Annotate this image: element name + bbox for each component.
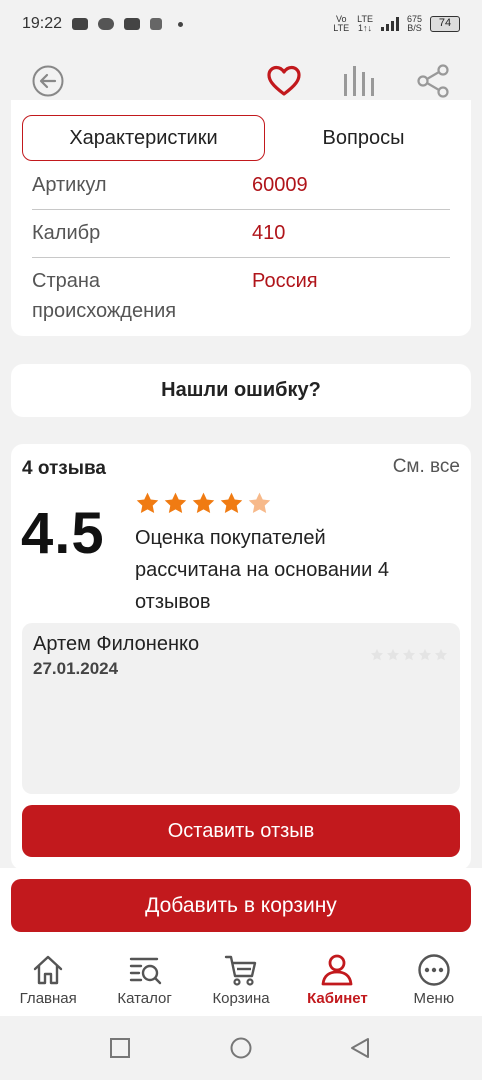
status-right: Vo LTE LTE 1↑↓ 675 B/S 74 bbox=[333, 15, 460, 33]
rating-value: 4.5 bbox=[21, 501, 105, 566]
reviews-card: 4 отзыва См. все 4.5 Оценка покупателей … bbox=[11, 444, 471, 870]
add-to-cart-bar: Добавить в корзину bbox=[0, 868, 482, 944]
nav-label: Кабинет bbox=[307, 990, 368, 1007]
spec-value: 60009 bbox=[252, 174, 308, 196]
triangle-back-icon[interactable] bbox=[348, 1036, 372, 1060]
cart-icon bbox=[224, 955, 257, 986]
youtube-icon bbox=[124, 18, 141, 30]
spec-label: Страна происхождения bbox=[32, 270, 177, 322]
star-full-icon bbox=[164, 492, 187, 513]
nav-menu[interactable]: Меню bbox=[386, 944, 482, 1016]
rating-description: Оценка покупателей рассчитана на основан… bbox=[135, 527, 390, 613]
catalog-search-icon bbox=[129, 957, 161, 985]
star-empty-icon bbox=[418, 648, 432, 661]
nav-catalog[interactable]: Каталог bbox=[96, 944, 192, 1016]
youtube-icon bbox=[72, 18, 89, 30]
volte-indicator: Vo LTE bbox=[333, 14, 350, 33]
review-stars bbox=[370, 648, 448, 662]
nav-cabinet[interactable]: Кабинет bbox=[289, 944, 385, 1016]
add-to-cart-label: Добавить в корзину bbox=[145, 893, 337, 917]
spec-label: Калибр bbox=[32, 222, 101, 244]
gamepad-icon bbox=[98, 18, 115, 30]
menu-dots-icon bbox=[418, 954, 450, 986]
specs-card: Характеристики Вопросы Артикул 60009 Кал… bbox=[11, 100, 471, 336]
signal-icon bbox=[380, 17, 399, 31]
nav-home[interactable]: Главная bbox=[0, 944, 96, 1016]
battery-level: 74 bbox=[438, 17, 452, 29]
user-icon bbox=[322, 954, 353, 986]
bottom-nav: Главная Каталог Корзина Кабинет Меню bbox=[0, 944, 482, 1016]
divider bbox=[32, 257, 450, 258]
status-time: 19:22 bbox=[22, 15, 63, 32]
leave-review-button[interactable]: Оставить отзыв bbox=[22, 805, 460, 857]
spec-value: 410 bbox=[252, 222, 286, 244]
review-author: Артем Филоненко bbox=[33, 633, 200, 655]
star-full-icon bbox=[136, 492, 159, 513]
share-button[interactable] bbox=[416, 64, 452, 98]
home-icon bbox=[34, 955, 63, 985]
status-left: 19:22 bbox=[22, 15, 184, 33]
system-nav bbox=[0, 1016, 482, 1080]
reviews-count: 4 отзыва bbox=[22, 458, 106, 479]
divider bbox=[32, 209, 450, 210]
star-full-icon bbox=[220, 492, 243, 513]
star-empty-icon bbox=[434, 648, 448, 661]
favorite-button[interactable] bbox=[266, 64, 302, 98]
notification-icon bbox=[150, 18, 163, 30]
star-empty-icon bbox=[402, 648, 416, 661]
tab-characteristics[interactable]: Характеристики bbox=[22, 115, 265, 161]
compare-bars-icon bbox=[344, 66, 374, 96]
star-empty-icon bbox=[370, 648, 384, 661]
report-error-button[interactable]: Нашли ошибку? bbox=[11, 364, 471, 417]
battery-icon: 74 bbox=[430, 16, 460, 32]
rating-stars bbox=[135, 491, 272, 516]
nav-label: Главная bbox=[19, 990, 77, 1007]
square-icon[interactable] bbox=[108, 1036, 132, 1060]
report-error-label: Нашли ошибку? bbox=[161, 379, 321, 401]
status-bar: 19:22 Vo LTE LTE 1↑↓ 675 B/S 74 bbox=[0, 0, 482, 48]
arrow-left-circle-icon bbox=[32, 65, 64, 97]
add-to-cart-button[interactable]: Добавить в корзину bbox=[11, 879, 471, 932]
share-icon bbox=[417, 64, 449, 98]
tab-questions[interactable]: Вопросы bbox=[265, 115, 462, 161]
specs-tabs: Характеристики Вопросы bbox=[22, 115, 462, 161]
spec-label: Артикул bbox=[32, 174, 107, 196]
see-all-link[interactable]: См. все bbox=[393, 456, 460, 478]
spec-value: Россия bbox=[252, 270, 318, 292]
net-speed: 675 B/S bbox=[406, 14, 422, 33]
nav-label: Корзина bbox=[212, 990, 270, 1007]
nav-label: Меню bbox=[413, 990, 455, 1007]
heart-icon bbox=[267, 65, 301, 96]
compare-button[interactable] bbox=[341, 64, 377, 98]
star-full-icon bbox=[192, 492, 215, 513]
lte-indicator: LTE 1↑↓ bbox=[357, 14, 373, 33]
nav-label: Каталог bbox=[117, 990, 172, 1007]
back-button[interactable] bbox=[32, 65, 64, 97]
review-item[interactable]: Артем Филоненко 27.01.2024 bbox=[22, 623, 460, 794]
circle-icon[interactable] bbox=[229, 1036, 253, 1060]
star-half-icon bbox=[248, 492, 271, 513]
review-date: 27.01.2024 bbox=[33, 659, 119, 678]
more-notifications-dot bbox=[178, 21, 184, 27]
nav-cart[interactable]: Корзина bbox=[193, 944, 289, 1016]
star-empty-icon bbox=[386, 648, 400, 661]
